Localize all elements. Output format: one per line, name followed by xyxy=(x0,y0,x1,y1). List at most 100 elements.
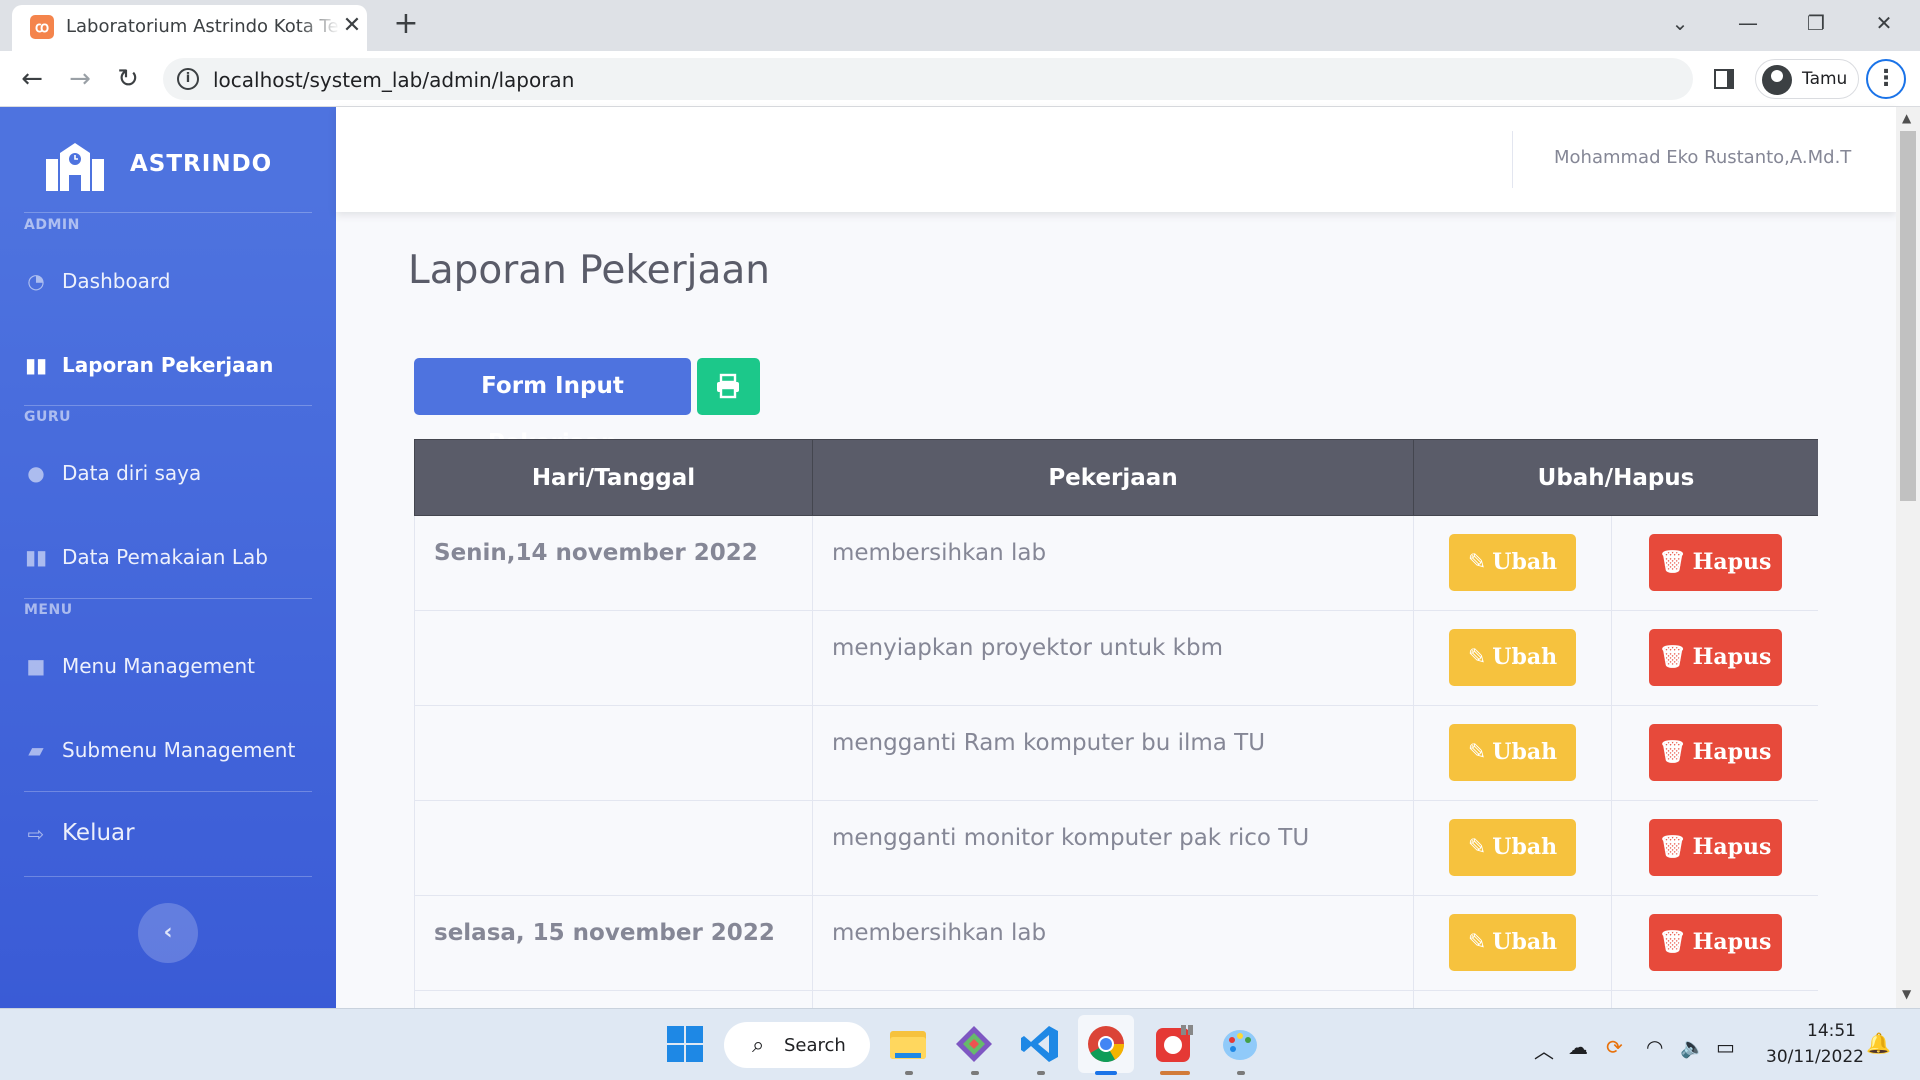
onedrive-cloud-icon[interactable]: ☁ xyxy=(1568,1035,1588,1059)
browser-tab[interactable]: ꭃ Laboratorium Astrindo Kota Tegal ✕ xyxy=(12,5,367,51)
windows-taskbar: ⌕ Search ︿ ☁ ⟳ ◠ 🔈 ▭ 14:51 30/11/2022 🔔 xyxy=(0,1008,1920,1080)
app-diamond-icon[interactable] xyxy=(953,1023,995,1065)
media-app-icon[interactable] xyxy=(1153,1023,1195,1065)
side-panel-icon[interactable] xyxy=(1714,69,1734,89)
search-icon: ⌕ xyxy=(752,1033,765,1058)
ubah-label: Ubah xyxy=(1492,929,1558,955)
ubah-button[interactable]: ✎ Ubah xyxy=(1449,724,1576,781)
hapus-label: Hapus xyxy=(1692,929,1772,955)
hapus-label: Hapus xyxy=(1692,739,1772,765)
sidebar-item-laporan-pekerjaan[interactable]: ▮▮ Laporan Pekerjaan xyxy=(0,335,336,395)
clock-time[interactable]: 14:51 xyxy=(1768,1021,1856,1041)
task-cell: membersihkan lab xyxy=(812,515,1414,611)
ubah-button[interactable]: ✎ Ubah xyxy=(1449,819,1576,876)
sidebar-divider xyxy=(24,876,312,877)
table-row: menyiapkan proyektor untuk kbm ✎ Ubah 🗑 Ha… xyxy=(414,610,1818,706)
forward-arrow-icon[interactable]: → xyxy=(62,61,98,97)
hapus-button[interactable]: 🗑 Hapus xyxy=(1648,534,1782,591)
hapus-button[interactable]: 🗑 Hapus xyxy=(1648,819,1782,876)
paint-palette-icon[interactable] xyxy=(1219,1023,1261,1065)
sign-out-icon: ⇨ xyxy=(27,822,45,846)
ubah-button[interactable]: ✎ Ubah xyxy=(1449,534,1576,591)
sidebar-divider xyxy=(24,791,312,792)
sidebar-item-dashboard[interactable]: ◔ Dashboard xyxy=(0,251,336,311)
form-input-pekerjaan-button[interactable]: Form Input Pekerjaan xyxy=(414,358,691,456)
date-cell xyxy=(414,990,813,1008)
edit-icon: ✎ xyxy=(1467,740,1487,765)
new-tab-button[interactable]: + xyxy=(390,8,422,40)
wifi-icon[interactable]: ◠ xyxy=(1646,1035,1663,1059)
tab-title: Laboratorium Astrindo Kota Tegal xyxy=(66,16,340,37)
sidebar-item-data-diri-saya[interactable]: ● Data diri saya xyxy=(0,443,336,503)
sidebar-divider xyxy=(24,212,312,213)
topbar-divider xyxy=(1512,131,1513,188)
ubah-label: Ubah xyxy=(1492,739,1558,765)
file-explorer-icon[interactable] xyxy=(887,1023,929,1065)
profile-name: Tamu xyxy=(1802,69,1848,89)
scroll-down-arrow-icon[interactable]: ▼ xyxy=(1902,987,1911,1001)
hapus-button[interactable]: 🗑 Hapus xyxy=(1648,914,1782,971)
sidebar-item-data-pemakaian-lab[interactable]: ▮▮ Data Pemakaian Lab xyxy=(0,527,336,587)
hapus-button[interactable]: 🗑 Hapus xyxy=(1648,629,1782,686)
ubah-button[interactable]: ✎ Ubah xyxy=(1449,914,1576,971)
battery-icon[interactable]: ▭ xyxy=(1716,1035,1735,1059)
sidebar-heading-guru: GURU xyxy=(24,409,72,425)
topbar: Mohammad Eko Rustanto,A.Md.T xyxy=(336,107,1896,212)
site-info-icon[interactable]: i xyxy=(177,68,199,90)
dashboard-icon: ◔ xyxy=(27,269,45,293)
table-row: selasa, 15 november 2022 membersihkan la… xyxy=(414,895,1818,991)
vscode-icon[interactable] xyxy=(1019,1023,1061,1065)
sidebar-item-submenu-management[interactable]: ▰ Submenu Management xyxy=(0,720,336,780)
trash-icon: 🗑 xyxy=(1658,550,1687,575)
ubah-button[interactable]: ✎ Ubah xyxy=(1449,629,1576,686)
windows-start-icon[interactable] xyxy=(664,1023,706,1065)
url-text[interactable]: localhost/system_lab/admin/laporan xyxy=(213,68,574,92)
minimize-button[interactable]: — xyxy=(1728,8,1768,38)
sidebar-brand[interactable]: ASTRINDO xyxy=(0,129,336,199)
trash-icon: 🗑 xyxy=(1658,740,1687,765)
profile-button[interactable]: Tamu xyxy=(1755,59,1859,99)
user-name[interactable]: Mohammad Eko Rustanto,A.Md.T xyxy=(1554,147,1851,168)
restore-button[interactable]: ❐ xyxy=(1796,8,1836,38)
tab-search-chevron-icon[interactable]: ⌄ xyxy=(1660,8,1700,38)
chrome-icon[interactable] xyxy=(1085,1023,1127,1065)
ubah-label: Ubah xyxy=(1492,549,1558,575)
column-header-ubah-hapus: Ubah/Hapus xyxy=(1412,439,1818,516)
address-bar[interactable]: i localhost/system_lab/admin/laporan xyxy=(163,58,1693,100)
date-cell: selasa, 15 november 2022 xyxy=(414,895,813,991)
reload-icon[interactable]: ↻ xyxy=(110,61,146,97)
sync-icon[interactable]: ⟳ xyxy=(1606,1035,1623,1059)
date-cell xyxy=(414,610,813,706)
date-cell xyxy=(414,705,813,801)
scroll-thumb[interactable] xyxy=(1900,131,1916,501)
sidebar-item-menu-management[interactable]: ■ Menu Management xyxy=(0,636,336,696)
volume-icon[interactable]: 🔈 xyxy=(1680,1035,1705,1059)
running-indicator xyxy=(905,1071,913,1075)
kebab-menu-icon[interactable]: ⋮ xyxy=(1866,59,1906,99)
column-header-pekerjaan: Pekerjaan xyxy=(812,439,1414,516)
page-scrollbar[interactable]: ▲ ▼ xyxy=(1896,107,1920,1008)
sidebar-item-label: Laporan Pekerjaan xyxy=(62,353,274,377)
back-arrow-icon[interactable]: ← xyxy=(14,61,50,97)
taskbar-search[interactable]: ⌕ Search xyxy=(724,1022,870,1068)
sidebar-item-keluar[interactable]: ⇨ Keluar xyxy=(0,804,336,864)
hapus-button[interactable]: 🗑 Hapus xyxy=(1648,724,1782,781)
sidebar-toggle-button[interactable]: ‹ xyxy=(138,903,198,963)
tab-close-icon[interactable]: ✕ xyxy=(340,14,364,38)
clock-date[interactable]: 30/11/2022 xyxy=(1766,1047,1864,1067)
notification-bell-icon[interactable]: 🔔 xyxy=(1866,1031,1891,1055)
sidebar-item-label: Submenu Management xyxy=(62,738,296,762)
hapus-label: Hapus xyxy=(1692,834,1772,860)
table-row: mengganti monitor komputer pak rico TU ✎… xyxy=(414,800,1818,896)
brand-name: ASTRINDO xyxy=(130,151,273,177)
close-window-button[interactable]: ✕ xyxy=(1864,8,1904,38)
xampp-favicon-icon: ꭃ xyxy=(30,15,54,39)
tray-chevron-up-icon[interactable]: ︿ xyxy=(1534,1035,1554,1064)
table-row: mengganti Ram komputer bu ilma TU ✎ Ubah … xyxy=(414,705,1818,801)
trash-icon: 🗑 xyxy=(1658,835,1687,860)
date-cell: Senin,14 november 2022 xyxy=(414,515,813,611)
running-indicator xyxy=(1160,1071,1190,1075)
sidebar: ASTRINDO ADMIN ◔ Dashboard ▮▮ Laporan Pe… xyxy=(0,107,336,1008)
scroll-up-arrow-icon[interactable]: ▲ xyxy=(1902,111,1911,125)
print-button[interactable] xyxy=(697,358,760,415)
